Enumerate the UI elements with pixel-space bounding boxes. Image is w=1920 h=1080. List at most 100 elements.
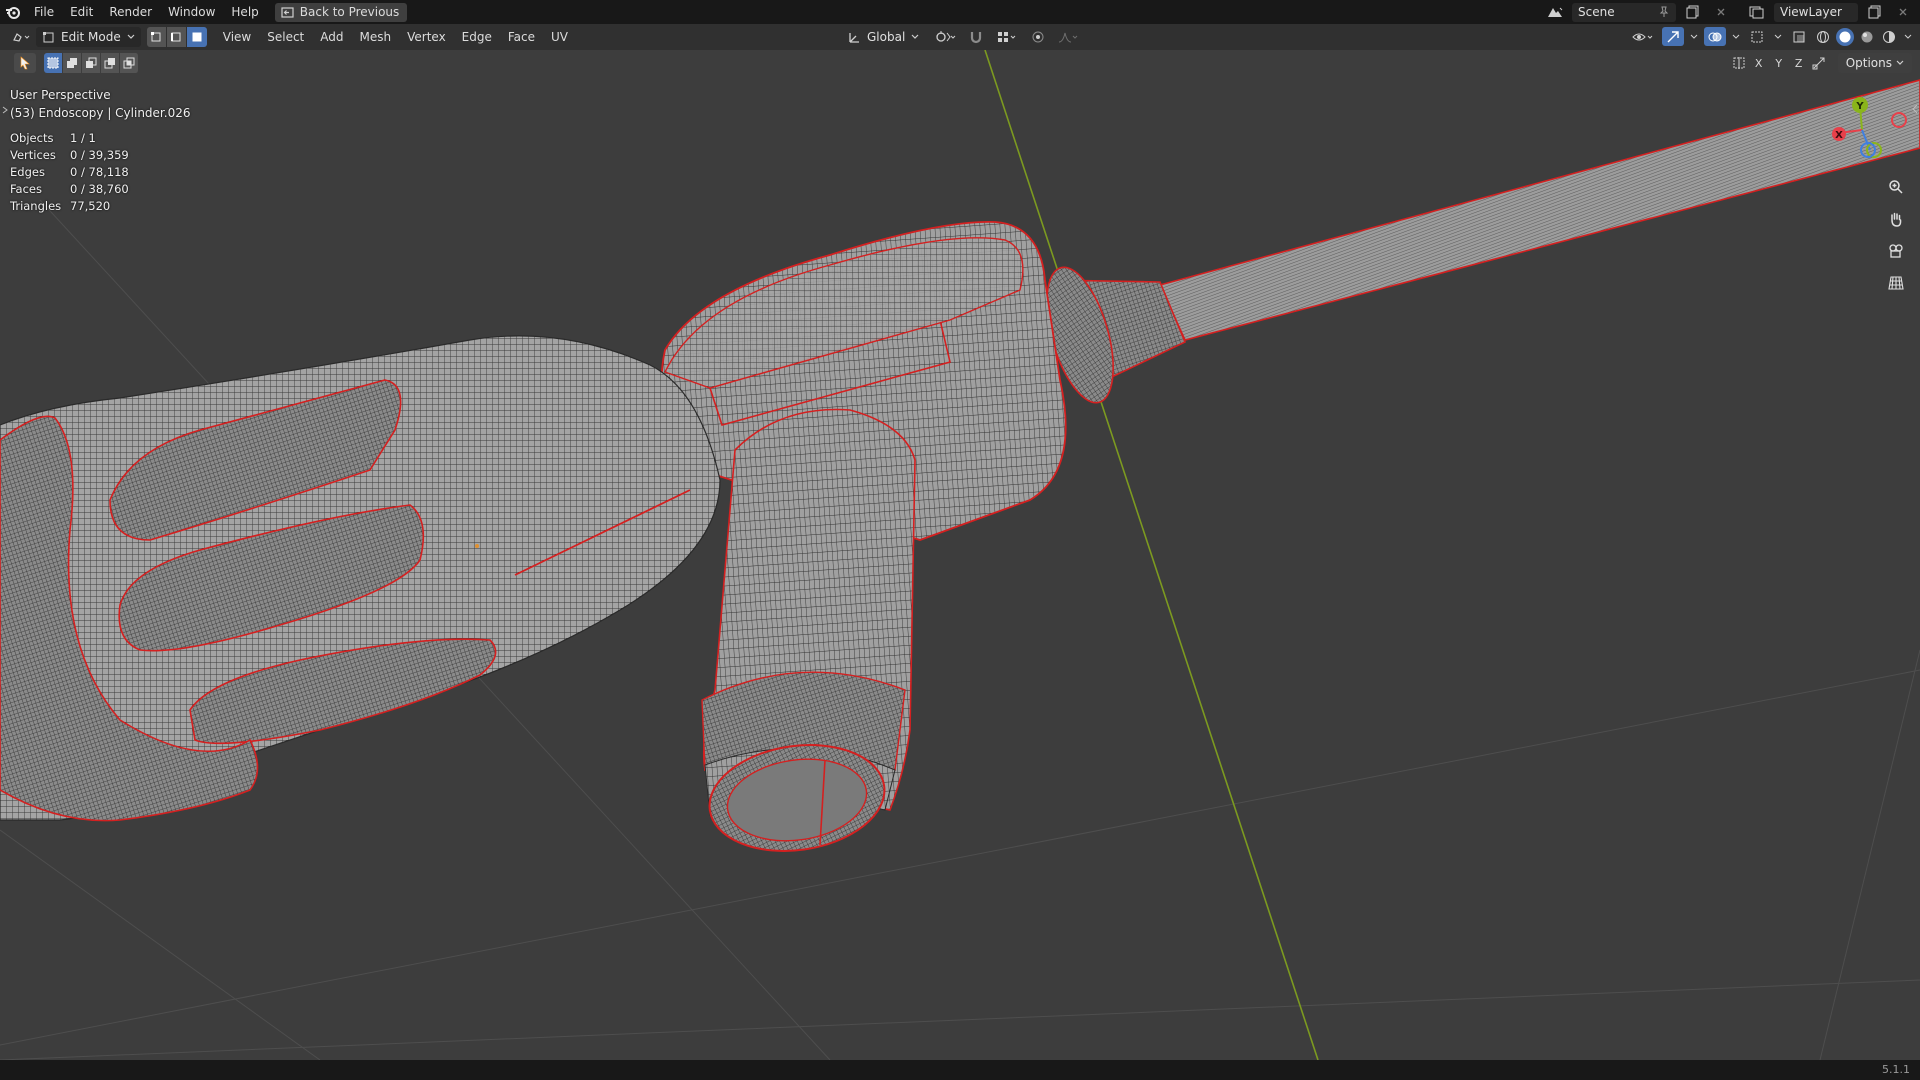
view-layer-selector-icon[interactable]	[1746, 3, 1768, 22]
back-to-previous-button[interactable]: Back to Previous	[274, 2, 408, 22]
overlays-options-chevron-icon[interactable]	[1730, 27, 1742, 46]
subtract-selection-icon[interactable]	[82, 53, 101, 73]
editor-type-icon[interactable]	[10, 28, 32, 47]
chevron-down-icon	[911, 34, 919, 39]
material-preview-shading-icon[interactable]	[1858, 28, 1876, 46]
overlays-toggle-icon[interactable]	[1704, 27, 1726, 46]
header-menu-edge[interactable]: Edge	[454, 30, 500, 44]
pan-hand-icon[interactable]	[1882, 206, 1910, 232]
header-menu-uv[interactable]: UV	[543, 30, 576, 44]
3d-viewport[interactable]	[0, 50, 1920, 1060]
pivot-point-icon[interactable]	[931, 28, 959, 47]
intersect-selection-icon[interactable]	[120, 53, 139, 73]
stats-label: Vertices	[10, 148, 56, 162]
header-menu-view[interactable]: View	[215, 30, 259, 44]
menu-render[interactable]: Render	[101, 0, 160, 24]
zoom-icon[interactable]	[1882, 174, 1910, 200]
rendered-shading-icon[interactable]	[1880, 28, 1898, 46]
select-tool-icon[interactable]	[14, 53, 36, 73]
select-mode-toggle	[146, 27, 207, 47]
vertex-select-icon[interactable]	[146, 27, 167, 47]
camera-view-icon[interactable]	[1882, 238, 1910, 264]
edge-select-icon[interactable]	[166, 27, 187, 47]
scene-name-field[interactable]: Scene	[1572, 2, 1676, 22]
view-layer-name: ViewLayer	[1780, 5, 1842, 19]
back-screen-icon	[281, 6, 294, 18]
stats-row: Vertices 0 / 39,359	[10, 147, 129, 164]
options-dropdown[interactable]: Options	[1837, 53, 1912, 73]
delete-view-layer-icon[interactable]	[1892, 3, 1914, 22]
stats-value: 1 / 1	[70, 131, 96, 145]
invert-selection-icon[interactable]	[101, 53, 120, 73]
gizmo-neg-x-axis[interactable]	[1891, 112, 1907, 128]
options-label: Options	[1845, 56, 1892, 70]
proportional-falloff-icon[interactable]	[1055, 28, 1083, 47]
tool-header-row: X Y Z Options	[0, 50, 1920, 76]
pin-icon[interactable]	[1658, 6, 1670, 18]
object-origin-dot	[475, 544, 479, 548]
visibility-selectability-icon[interactable]	[1628, 27, 1658, 46]
auto-merge-icon[interactable]	[1810, 53, 1828, 73]
snap-toggle-icon[interactable]	[965, 28, 987, 47]
menu-window[interactable]: Window	[160, 0, 223, 24]
transform-orientation-dropdown[interactable]: Global	[842, 27, 925, 47]
navigation-gizmo[interactable]: Y X	[1826, 90, 1916, 170]
snap-target-icon[interactable]	[993, 28, 1021, 47]
viewport-scene	[0, 50, 1920, 1060]
blender-logo-icon[interactable]	[0, 0, 26, 24]
view-layer-field[interactable]: ViewLayer	[1774, 2, 1858, 22]
sidebar-toggle-arrow-icon[interactable]	[1912, 104, 1918, 114]
scene-name: Scene	[1578, 5, 1615, 19]
status-bar: 5.1.1	[0, 1060, 1920, 1080]
xray-toggle-icon[interactable]	[1788, 27, 1810, 46]
extend-selection-icon[interactable]	[63, 53, 82, 73]
menu-edit[interactable]: Edit	[62, 0, 101, 24]
gizmo-y-label: Y	[1855, 101, 1864, 112]
wireframe-shading-icon[interactable]	[1814, 28, 1832, 46]
active-object-label: (53) Endoscopy | Cylinder.026	[10, 106, 191, 120]
expand-arrow-icon[interactable]	[2, 106, 8, 114]
gizmo-options-chevron-icon[interactable]	[1688, 27, 1700, 46]
stats-row: Edges 0 / 78,118	[10, 164, 129, 181]
header-menu-face[interactable]: Face	[500, 30, 543, 44]
header-menu-vertex[interactable]: Vertex	[399, 30, 454, 44]
header-menu-add[interactable]: Add	[312, 30, 351, 44]
mode-label: Edit Mode	[61, 30, 121, 44]
stats-label: Faces	[10, 182, 42, 196]
orientation-axes-icon	[849, 32, 859, 43]
proportional-editing-icon[interactable]	[1027, 28, 1049, 47]
stats-label: Edges	[10, 165, 45, 179]
mirror-axis-icon[interactable]	[1730, 53, 1748, 73]
new-scene-icon[interactable]	[1682, 3, 1704, 22]
statistics-overlay: Objects 1 / 1 Vertices 0 / 39,359 Edges 0 /…	[10, 130, 129, 215]
set-new-selection-icon[interactable]	[44, 53, 63, 73]
header-menu-select[interactable]: Select	[259, 30, 312, 44]
mirror-x-toggle[interactable]: X	[1750, 53, 1768, 73]
mirror-y-toggle[interactable]: Y	[1770, 53, 1788, 73]
face-select-icon[interactable]	[186, 27, 207, 47]
scene-selector-icon[interactable]	[1544, 3, 1566, 22]
orthographic-grid-icon[interactable]	[1882, 270, 1910, 296]
header-menu-mesh[interactable]: Mesh	[352, 30, 400, 44]
menu-file[interactable]: File	[26, 0, 62, 24]
back-to-previous-label: Back to Previous	[299, 5, 400, 19]
solid-shading-icon[interactable]	[1836, 27, 1854, 46]
menu-help[interactable]: Help	[223, 0, 266, 24]
gizmo-x-label: X	[1835, 130, 1843, 141]
transform-orientation-label: Global	[867, 30, 906, 44]
stats-row: Faces 0 / 38,760	[10, 181, 129, 198]
chevron-down-icon	[1896, 60, 1904, 65]
shading-options-chevron-icon[interactable]	[1902, 27, 1914, 46]
stats-value: 0 / 78,118	[70, 165, 129, 179]
mesh-edit-overlays-icon[interactable]	[1746, 27, 1768, 46]
stats-row: Triangles 77,520	[10, 198, 129, 215]
mirror-z-toggle[interactable]: Z	[1790, 53, 1808, 73]
edit-mode-icon	[43, 31, 54, 42]
new-view-layer-icon[interactable]	[1864, 3, 1886, 22]
delete-scene-icon[interactable]	[1710, 3, 1732, 22]
gizmo-toggle-icon[interactable]	[1662, 27, 1684, 46]
y-axis-line	[984, 50, 1319, 1060]
mode-dropdown[interactable]: Edit Mode	[36, 27, 141, 47]
stats-label: Triangles	[10, 199, 62, 213]
mesh-edit-overlays-chevron-icon[interactable]	[1772, 27, 1784, 46]
